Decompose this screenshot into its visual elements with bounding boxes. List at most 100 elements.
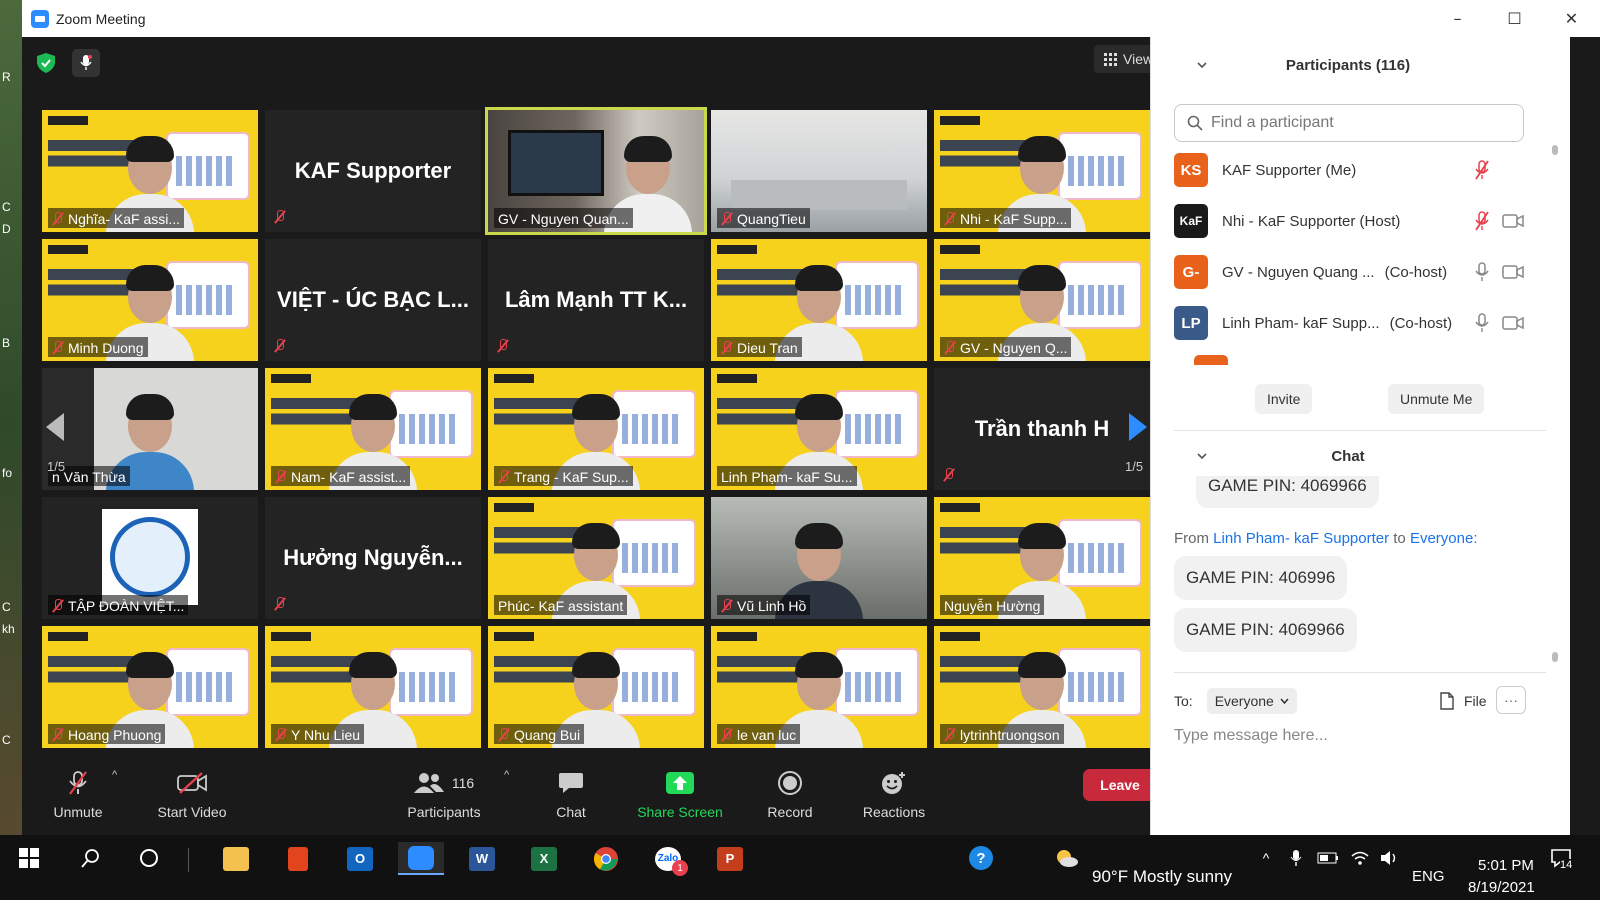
participant-label-text: Vũ Linh Hồ: [737, 597, 807, 614]
muted-mic-icon[interactable]: [1474, 160, 1490, 180]
clock-date[interactable]: 8/19/2021: [1468, 879, 1535, 896]
muted-mic-icon[interactable]: [1474, 211, 1490, 231]
minimize-button[interactable]: –: [1429, 0, 1486, 37]
video-tile[interactable]: Linh Phạm- kaF Su...: [711, 368, 927, 490]
participant-search-input[interactable]: Find a participant: [1174, 104, 1524, 142]
help-icon[interactable]: ?: [966, 835, 996, 880]
video-tile[interactable]: Phúc- KaF assistant: [488, 497, 704, 619]
mic-icon[interactable]: [1474, 313, 1490, 333]
search-taskbar-icon[interactable]: [76, 835, 106, 880]
file-button[interactable]: File: [1440, 686, 1487, 716]
chrome-icon[interactable]: [586, 842, 626, 875]
cortana-icon[interactable]: [134, 835, 164, 880]
video-tile[interactable]: n Văn Thừa: [42, 368, 258, 490]
video-tile[interactable]: Minh Duong: [42, 239, 258, 361]
collapse-chat-chevron-icon[interactable]: [1197, 451, 1207, 461]
weather-text[interactable]: 90°F Mostly sunny: [1092, 867, 1232, 887]
participant-row[interactable]: KS KAF Supporter (Me): [1174, 148, 1524, 192]
office-icon[interactable]: [278, 842, 318, 875]
participant-label: Dieu Tran: [717, 337, 802, 357]
collapse-participants-chevron-icon[interactable]: [1197, 60, 1207, 70]
reactions-button[interactable]: Reactions: [856, 755, 932, 835]
video-tile[interactable]: Nam- KaF assist...: [265, 368, 481, 490]
video-tile[interactable]: QuangTieu: [711, 110, 927, 232]
video-tile[interactable]: Lâm Mạnh TT K...: [488, 239, 704, 361]
participants-count: 116: [451, 775, 475, 791]
chat-recipient-row: To: Everyone: [1174, 686, 1546, 716]
battery-icon[interactable]: [1316, 835, 1340, 880]
participant-avatar: KaF: [1174, 204, 1208, 238]
unmute-button[interactable]: Unmute: [48, 755, 108, 835]
volume-icon[interactable]: [1378, 835, 1402, 880]
audio-options-caret-icon[interactable]: ^: [112, 769, 117, 781]
video-tile[interactable]: le van luc: [711, 626, 927, 748]
leave-button[interactable]: Leave: [1083, 769, 1157, 801]
notifications-icon[interactable]: 14: [1546, 835, 1576, 880]
video-tile[interactable]: Trần thanh H: [934, 368, 1150, 490]
participant-row[interactable]: LP Linh Pham- kaF Supp... (Co-host): [1174, 301, 1524, 345]
audio-status-icon[interactable]: [72, 49, 100, 77]
video-camera-icon[interactable]: [1502, 213, 1524, 229]
video-tile[interactable]: Nhi - KaF Supp...: [934, 110, 1150, 232]
start-icon[interactable]: [14, 835, 44, 880]
video-tile[interactable]: Quang Bui: [488, 626, 704, 748]
participants-options-caret-icon[interactable]: ^: [504, 769, 509, 781]
video-tile[interactable]: Dieu Tran: [711, 239, 927, 361]
video-tile[interactable]: VIỆT - ÚC BẠC L...: [265, 239, 481, 361]
video-tile[interactable]: lytrinhtruongson: [934, 626, 1150, 748]
next-page-icon[interactable]: [1127, 411, 1149, 443]
video-tile[interactable]: Trang - KaF Sup...: [488, 368, 704, 490]
participant-avatar: LP: [1174, 306, 1208, 340]
excel-icon[interactable]: X: [524, 842, 564, 875]
meeting-toolbar: Unmute ^ Start Video 116 Participants ^ …: [22, 755, 1172, 835]
video-tile[interactable]: KAF Supporter: [265, 110, 481, 232]
side-scrollbar[interactable]: [1546, 37, 1570, 835]
word-icon[interactable]: W: [462, 842, 502, 875]
unmute-me-button[interactable]: Unmute Me: [1388, 384, 1485, 414]
invite-button[interactable]: Invite: [1255, 384, 1313, 414]
video-camera-icon[interactable]: [1502, 264, 1524, 280]
mic-icon[interactable]: [1474, 262, 1490, 282]
chat-recipient-link[interactable]: Everyone:: [1410, 530, 1478, 547]
video-tile[interactable]: TẬP ĐOÀN VIỆT...: [42, 497, 258, 619]
video-tile[interactable]: Hưởng Nguyễn...: [265, 497, 481, 619]
share-screen-button[interactable]: Share Screen: [634, 755, 726, 835]
video-tile[interactable]: Vũ Linh Hồ: [711, 497, 927, 619]
participant-row[interactable]: G- GV - Nguyen Quang ... (Co-host): [1174, 250, 1524, 294]
participants-button[interactable]: 116 Participants: [402, 755, 486, 835]
zoom-taskbar-icon[interactable]: [398, 842, 444, 875]
video-tile[interactable]: Nghĩa- KaF assi...: [42, 110, 258, 232]
clock-time[interactable]: 5:01 PM: [1478, 857, 1534, 874]
more-options-button[interactable]: ···: [1496, 686, 1526, 714]
record-button[interactable]: Record: [760, 755, 820, 835]
recipient-select[interactable]: Everyone: [1206, 688, 1297, 714]
chat-from-prefix: From: [1174, 530, 1209, 547]
shield-icon[interactable]: [34, 51, 58, 75]
chat-button[interactable]: Chat: [542, 755, 600, 835]
close-button[interactable]: ✕: [1543, 0, 1600, 37]
chat-message-input[interactable]: Type message here...: [1174, 722, 1524, 750]
participant-row[interactable]: KaF Nhi - KaF Supporter (Host): [1174, 199, 1524, 243]
file-explorer-icon[interactable]: [216, 842, 256, 875]
microphone-tray-icon[interactable]: [1286, 835, 1306, 880]
maximize-button[interactable]: ☐: [1486, 0, 1543, 37]
show-hidden-icons-chevron-icon[interactable]: ^: [1256, 835, 1276, 880]
start-video-button[interactable]: Start Video: [150, 755, 234, 835]
wifi-icon[interactable]: [1348, 835, 1372, 880]
zalo-icon[interactable]: Zalo 1: [648, 842, 688, 876]
participant-name: Linh Pham- kaF Supp...: [1222, 314, 1380, 332]
video-tile[interactable]: GV - Nguyen Q...: [934, 239, 1150, 361]
powerpoint-icon[interactable]: P: [710, 842, 750, 875]
chat-sender-link[interactable]: Linh Pham- kaF Supporter: [1213, 530, 1389, 547]
weather-icon[interactable]: [1052, 835, 1082, 880]
previous-page-icon[interactable]: [44, 411, 66, 443]
video-tile[interactable]: Y Nhu Lieu: [265, 626, 481, 748]
video-tile[interactable]: GV - Nguyen Quan...: [485, 107, 707, 235]
outlook-icon[interactable]: O: [340, 842, 380, 875]
window-title: Zoom Meeting: [56, 10, 146, 27]
video-camera-icon[interactable]: [1502, 315, 1524, 331]
language-indicator[interactable]: ENG: [1412, 868, 1445, 885]
video-tile[interactable]: Nguyễn Hường: [934, 497, 1150, 619]
slide-brand-mark: [940, 503, 980, 512]
video-tile[interactable]: Hoang Phuong: [42, 626, 258, 748]
